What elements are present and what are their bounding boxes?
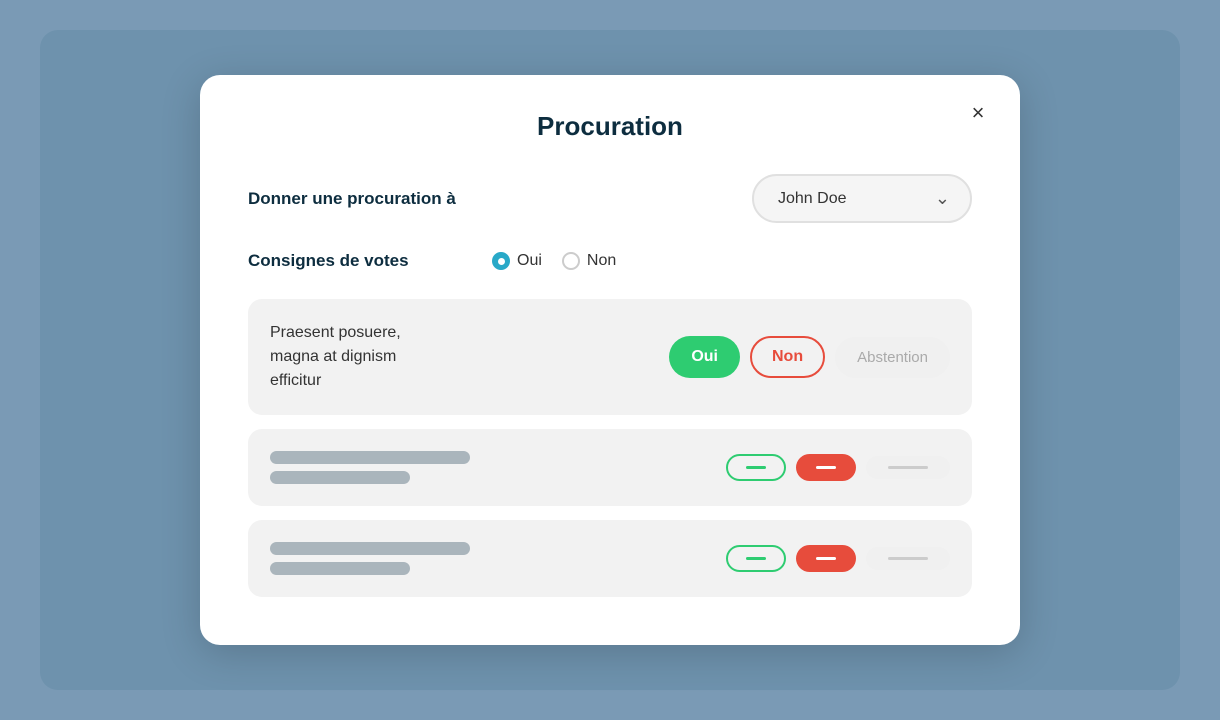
radio-oui-label: Oui xyxy=(517,252,542,270)
consignes-row: Consignes de votes Oui Non xyxy=(248,251,972,271)
vote-card-2-oui-button[interactable] xyxy=(726,454,786,481)
vote-card-1-buttons: Oui Non Abstention xyxy=(669,336,950,378)
radio-oui-option[interactable]: Oui xyxy=(492,252,542,270)
selected-person: John Doe xyxy=(778,190,847,208)
modal-title: Procuration xyxy=(248,111,972,142)
vote-card-3-buttons xyxy=(726,545,950,572)
vote-card-1-abstention-button[interactable]: Abstention xyxy=(835,337,950,378)
procuration-row: Donner une procuration à John Doe ⌄ xyxy=(248,174,972,223)
non-dash-icon xyxy=(816,466,836,469)
procuration-label: Donner une procuration à xyxy=(248,189,468,209)
vote-card-2 xyxy=(248,429,972,506)
abs-dash-icon-3 xyxy=(888,557,928,560)
radio-non-option[interactable]: Non xyxy=(562,252,616,270)
placeholder-bar-3a xyxy=(270,542,470,555)
vote-card-1: Praesent posuere, magna at dignism effic… xyxy=(248,299,972,415)
person-select-wrapper: John Doe ⌄ xyxy=(492,174,972,223)
close-button[interactable]: × xyxy=(960,95,996,131)
person-select-button[interactable]: John Doe ⌄ xyxy=(752,174,972,223)
vote-card-2-text-placeholder xyxy=(270,451,710,484)
oui-dash-icon-3 xyxy=(746,557,766,560)
vote-card-3-oui-button[interactable] xyxy=(726,545,786,572)
vote-card-1-oui-button[interactable]: Oui xyxy=(669,336,740,378)
vote-card-2-buttons xyxy=(726,454,950,481)
screen-background: × Procuration Donner une procuration à J… xyxy=(40,30,1180,690)
radio-non-circle xyxy=(562,252,580,270)
vote-card-1-text: Praesent posuere, magna at dignism effic… xyxy=(270,321,653,393)
vote-card-3-text-placeholder xyxy=(270,542,710,575)
vote-card-3 xyxy=(248,520,972,597)
abs-dash-icon xyxy=(888,466,928,469)
consignes-label: Consignes de votes xyxy=(248,251,468,271)
placeholder-bar-3b xyxy=(270,562,410,575)
vote-card-2-non-button[interactable] xyxy=(796,454,856,481)
placeholder-bar xyxy=(270,451,470,464)
oui-dash-icon xyxy=(746,466,766,469)
modal-dialog: × Procuration Donner une procuration à J… xyxy=(200,75,1020,645)
placeholder-bar-short xyxy=(270,471,410,484)
vote-card-1-non-button[interactable]: Non xyxy=(750,336,825,378)
radio-non-label: Non xyxy=(587,252,616,270)
vote-card-2-abstention-button[interactable] xyxy=(866,456,950,479)
vote-card-3-non-button[interactable] xyxy=(796,545,856,572)
vote-card-3-abstention-button[interactable] xyxy=(866,547,950,570)
radio-group: Oui Non xyxy=(492,252,616,270)
non-dash-icon-3 xyxy=(816,557,836,560)
chevron-down-icon: ⌄ xyxy=(935,188,950,209)
radio-oui-circle xyxy=(492,252,510,270)
